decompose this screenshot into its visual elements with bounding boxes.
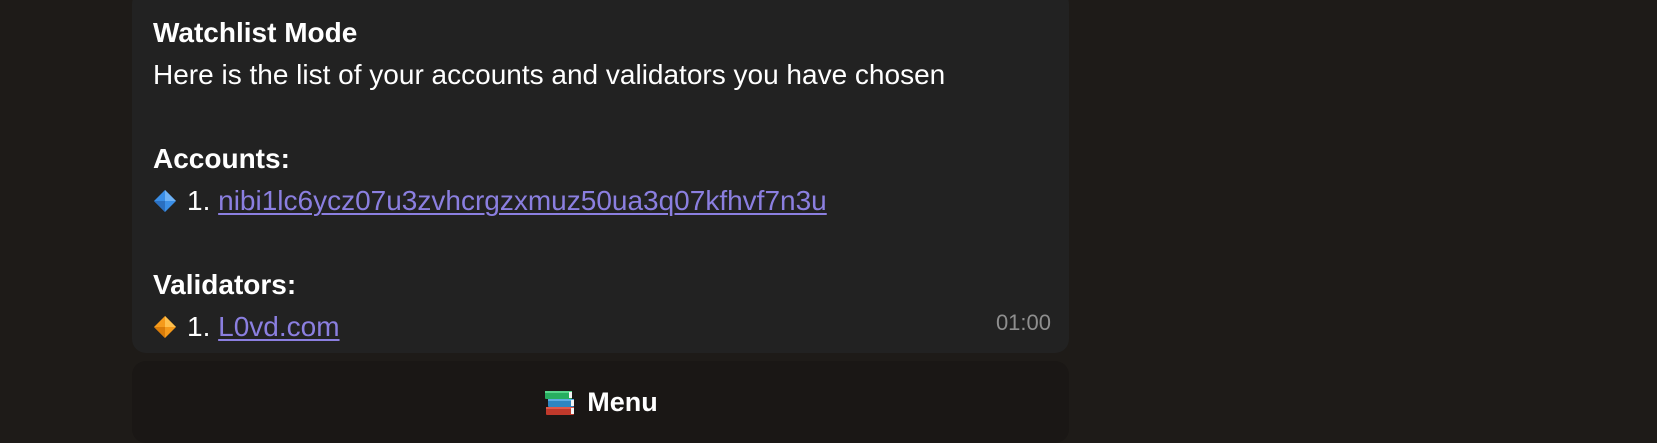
menu-label: Menu <box>587 386 658 417</box>
account-address-link[interactable]: nibi1lc6ycz07u3zvhcrgzxmuz50ua3q07kfhvf7… <box>218 185 827 216</box>
orange-diamond-icon <box>153 315 177 339</box>
blue-diamond-icon <box>153 189 177 213</box>
validator-link[interactable]: L0vd.com <box>218 311 339 342</box>
message-title: Watchlist Mode <box>153 17 358 48</box>
validator-item: 1. L0vd.com <box>153 306 1069 348</box>
message-bubble: Watchlist Mode Here is the list of your … <box>132 0 1069 353</box>
accounts-heading: Accounts: <box>153 143 290 174</box>
message-subtitle: Here is the list of your accounts and va… <box>153 59 946 90</box>
account-index: 1. <box>187 185 211 216</box>
validator-index: 1. <box>187 311 211 342</box>
validators-heading: Validators: <box>153 269 297 300</box>
menu-button[interactable]: Menu <box>132 361 1069 443</box>
message-timestamp: 01:00 <box>995 310 1051 335</box>
books-icon <box>543 385 577 419</box>
account-item: 1. nibi1lc6ycz07u3zvhcrgzxmuz50ua3q07kfh… <box>153 180 1069 222</box>
